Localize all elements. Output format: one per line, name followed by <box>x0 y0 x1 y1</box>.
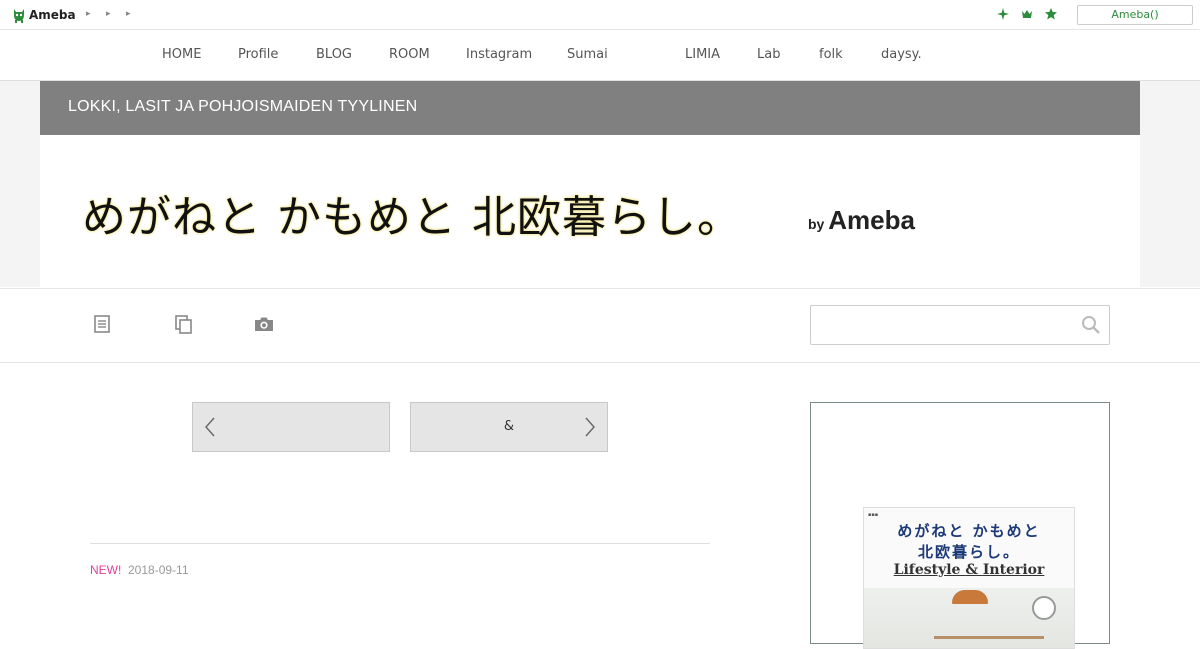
crown-icon[interactable] <box>1020 7 1034 21</box>
blog-tagline: LOKKI, LASIT JA POHJOISMAIDEN TYYLINEN <box>68 98 418 115</box>
entry-divider <box>90 543 710 544</box>
search-input[interactable] <box>811 306 1071 344</box>
ameba-user-button[interactable]: Ameba() <box>1077 5 1193 25</box>
global-nav: HOME Profile BLOG ROOM Instagram Sumai L… <box>0 30 1200 81</box>
by-ameba-by: by <box>808 216 825 232</box>
next-entry-button[interactable]: & <box>410 402 608 452</box>
chevron-left-icon <box>205 417 215 437</box>
sidebar-book-widget: ▪▪▪ めがねと かもめと 北欧暮らし。 Lifestyle & Interio… <box>810 402 1110 649</box>
book-title-line2: 北欧暮らし。 <box>917 543 1020 561</box>
nav-item-room[interactable]: ROOM <box>389 47 430 62</box>
entry-list-icon[interactable] <box>91 313 113 335</box>
search-box <box>810 305 1110 345</box>
nav-item-instagram[interactable]: Instagram <box>466 47 532 62</box>
clock-illustration <box>1032 596 1056 620</box>
book-subtitle-left: Lifestyle <box>893 562 961 578</box>
star-icon[interactable] <box>1044 7 1058 21</box>
prev-entry-button[interactable] <box>192 402 390 452</box>
logo-text: Ameba <box>29 8 76 22</box>
lamp-illustration <box>952 590 988 604</box>
nav-item-sumai[interactable]: Sumai <box>567 47 608 62</box>
breadcrumb-chevron-icon[interactable]: ▸ <box>86 8 94 20</box>
search-icon[interactable] <box>1081 315 1101 335</box>
header-band: LOKKI, LASIT JA POHJOISMAIDEN TYYLINEN <box>40 81 1140 135</box>
nav-item-blog[interactable]: BLOG <box>316 47 352 62</box>
next-entry-label: & <box>503 419 515 434</box>
nav-item-daysy[interactable]: daysy. <box>881 47 922 62</box>
nav-item-home[interactable]: HOME <box>162 47 201 62</box>
new-badge: NEW! <box>90 563 122 577</box>
top-bar: Ameba ▸ ▸ ▸ Ameba() <box>0 0 1200 30</box>
blog-title[interactable]: めがねと かもめと 北欧暮らし。 <box>82 181 742 245</box>
chevron-right-icon <box>585 417 595 437</box>
tools-bar <box>0 288 1200 363</box>
camera-icon[interactable] <box>253 313 275 335</box>
by-ameba-name: Ameba <box>828 205 915 235</box>
sparkle-icon[interactable] <box>996 7 1010 21</box>
book-subtitle-right: Interior <box>982 562 1045 578</box>
book-cover-image[interactable]: ▪▪▪ めがねと かもめと 北欧暮らし。 Lifestyle & Interio… <box>863 507 1075 649</box>
ameba-logo[interactable]: Ameba <box>12 6 76 24</box>
by-ameba-logo: by Ameba <box>808 205 915 236</box>
nav-item-lab[interactable]: Lab <box>757 47 780 62</box>
book-title-line1: めがねと かもめと <box>897 522 1041 540</box>
top-icons <box>996 7 1058 21</box>
copy-icon[interactable] <box>172 313 194 335</box>
entry-date: 2018-09-11 <box>128 563 189 577</box>
book-subtitle-amp: & <box>965 562 978 578</box>
breadcrumb: ▸ ▸ ▸ <box>86 8 134 20</box>
blog-header[interactable]: めがねと かもめと 北欧暮らし。 by Ameba <box>40 135 1140 287</box>
breadcrumb-chevron-icon[interactable]: ▸ <box>126 8 134 20</box>
book-subtitle: Lifestyle & Interior <box>864 562 1074 578</box>
shelf-illustration <box>934 636 1044 639</box>
book-cover-small-text: ▪▪▪ <box>868 512 879 518</box>
nav-item-limia[interactable]: LIMIA <box>685 47 720 62</box>
ameba-mascot-icon <box>14 9 24 23</box>
breadcrumb-chevron-icon[interactable]: ▸ <box>106 8 114 20</box>
nav-item-profile[interactable]: Profile <box>238 47 278 62</box>
nav-item-folk[interactable]: folk <box>819 47 843 62</box>
